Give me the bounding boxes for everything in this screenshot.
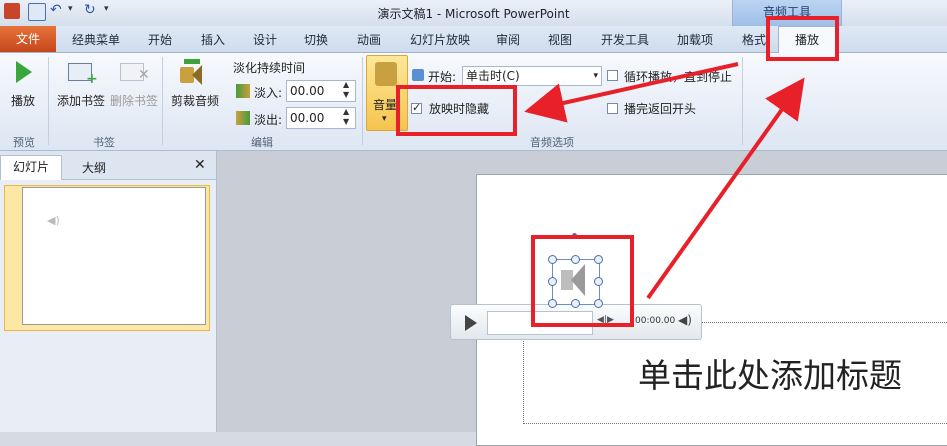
arrow-to-checkbox — [524, 62, 739, 123]
arrow-to-tab — [646, 77, 805, 300]
annotation-arrows — [524, 62, 805, 300]
